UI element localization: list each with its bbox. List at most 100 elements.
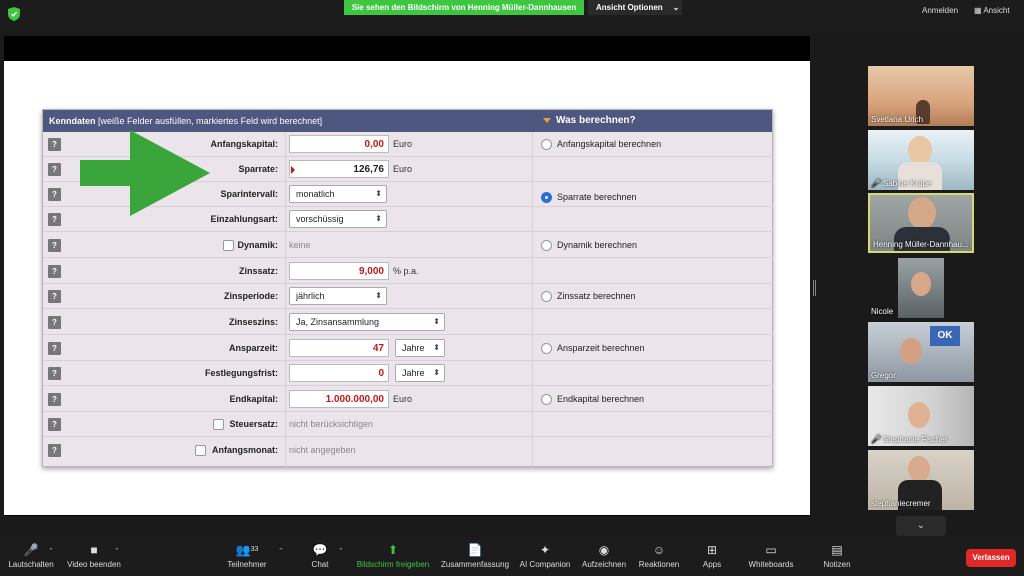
ansparzeit-unit-select[interactable]: Jahre — [395, 339, 445, 357]
help-button[interactable]: ? — [48, 213, 61, 226]
participant-video — [911, 272, 931, 296]
participant-name: Svetlana Urich — [871, 115, 923, 124]
festlegungsfrist-input[interactable]: 0 — [289, 364, 389, 382]
leave-button[interactable]: Verlassen — [966, 549, 1016, 567]
reactions-button[interactable]: ☺ Reaktionen — [636, 543, 682, 569]
field-label: Festlegungsfrist: — [204, 368, 278, 378]
help-button[interactable]: ? — [48, 316, 61, 329]
scroll-participants-down-button[interactable]: ⌄ — [896, 516, 946, 536]
notes-button[interactable]: ▤ Notizen — [820, 543, 854, 569]
record-icon: ◉ — [598, 543, 610, 557]
help-button[interactable]: ? — [48, 418, 61, 431]
chevron-up-icon[interactable]: ⌃ — [48, 547, 54, 555]
participant-tile[interactable]: OK Gregor — [868, 322, 974, 382]
ansparzeit-input[interactable]: 47 — [289, 339, 389, 357]
unit-label: Euro — [393, 139, 413, 149]
help-button[interactable]: ? — [48, 342, 61, 355]
share-screen-button[interactable]: ⬆ Bildschirm freigeben — [354, 543, 432, 569]
steuersatz-checkbox[interactable] — [213, 419, 224, 430]
einzahlungsart-select[interactable]: vorschüssig — [289, 210, 387, 228]
help-button[interactable]: ? — [48, 239, 61, 252]
calculator-title: Kenndaten [weiße Felder ausfüllen, marki… — [49, 116, 322, 126]
participants-button[interactable]: 👥33 Teilnehmer — [224, 543, 270, 569]
dynamik-checkbox[interactable] — [223, 240, 234, 251]
field-label: Zinssatz: — [238, 266, 278, 276]
participant-name-label: Sabine Krüpe — [882, 179, 932, 188]
radio-zinssatz[interactable] — [541, 291, 552, 302]
radio-sparrate[interactable] — [541, 192, 552, 203]
participants-count: 33 — [250, 546, 259, 553]
view-options-button[interactable]: Ansicht Optionen ⌄ — [588, 0, 682, 15]
radio-dynamik[interactable] — [541, 240, 552, 251]
record-label: Aufzeichnen — [581, 560, 627, 569]
zinseszins-select[interactable]: Ja, Zinsansammlung — [289, 313, 445, 331]
radio-label: Zinssatz berechnen — [557, 291, 636, 301]
whiteboards-label: Whiteboards — [748, 560, 794, 569]
help-button[interactable]: ? — [48, 393, 61, 406]
help-button[interactable]: ? — [48, 290, 61, 303]
header-title: Kenndaten — [49, 116, 96, 126]
chevron-down-icon: ⌄ — [672, 3, 680, 12]
radio-anfangskapital[interactable] — [541, 139, 552, 150]
ai-label: AI Companion — [519, 560, 571, 569]
chevron-up-icon[interactable]: ⌃ — [338, 547, 344, 555]
chevron-up-icon[interactable]: ⌃ — [114, 547, 120, 555]
participant-tile-active[interactable]: Henning Müller-Dannhau... — [868, 193, 974, 253]
row-dynamik: ? Dynamik: keine Dynamik berechnen — [43, 233, 774, 258]
chat-label: Chat — [311, 560, 329, 569]
triangle-down-icon — [543, 118, 551, 123]
notes-icon: ▤ — [831, 543, 843, 557]
radio-ansparzeit[interactable] — [541, 343, 552, 354]
anfangskapital-input[interactable]: 0,00 — [289, 135, 389, 153]
radio-label: Sparrate berechnen — [557, 192, 637, 202]
participant-tile[interactable]: stephaniecremer — [868, 450, 974, 510]
help-button[interactable]: ? — [48, 188, 61, 201]
row-steuersatz: ? Steuersatz: nicht berücksichtigen — [43, 412, 774, 437]
summary-button[interactable]: 📄 Zusammenfassung — [440, 543, 510, 569]
whiteboards-button[interactable]: ▭ Whiteboards — [746, 543, 796, 569]
anfangsmonat-checkbox[interactable] — [195, 445, 206, 456]
help-button[interactable]: ? — [48, 265, 61, 278]
ai-companion-button[interactable]: ✦ AI Companion — [518, 543, 572, 569]
endkapital-input[interactable]: 1.000.000,00 — [289, 390, 389, 408]
row-zinssatz: ? Zinssatz: 9,000 % p.a. — [43, 259, 774, 284]
sparrate-input[interactable]: 126,76 — [289, 160, 389, 178]
participant-name-label: Stephanie Fischer — [882, 435, 948, 444]
unit-label: % p.a. — [393, 266, 419, 276]
chevron-up-icon[interactable]: ⌃ — [278, 547, 284, 555]
field-label: Anfangskapital: — [210, 139, 278, 149]
participant-name-label: Gregor — [871, 371, 896, 380]
participant-video — [900, 338, 922, 364]
chat-button[interactable]: 💬 Chat — [306, 543, 334, 569]
row-endkapital: ? Endkapital: 1.000.000,00 Euro Endkapit… — [43, 387, 774, 412]
participant-name: 🎤 Stephanie Fischer — [871, 435, 947, 444]
panel-resize-handle[interactable] — [813, 280, 816, 296]
help-button[interactable]: ? — [48, 444, 61, 457]
row-ansparzeit: ? Ansparzeit: 47 Jahre Ansparzeit berech… — [43, 336, 774, 361]
help-button[interactable]: ? — [48, 138, 61, 151]
help-button[interactable]: ? — [48, 163, 61, 176]
help-button[interactable]: ? — [48, 367, 61, 380]
radio-label: Anfangskapital berechnen — [557, 139, 662, 149]
view-label: Ansicht — [983, 6, 1010, 15]
participant-tile[interactable]: 🎤 Sabine Krüpe — [868, 130, 974, 190]
zinssatz-input[interactable]: 9,000 — [289, 262, 389, 280]
radio-endkapital[interactable] — [541, 394, 552, 405]
field-label: Steuersatz: — [229, 419, 278, 429]
sparintervall-select[interactable]: monatlich — [289, 185, 387, 203]
participant-tile[interactable]: Nicole — [868, 258, 974, 318]
unit-label: Euro — [393, 394, 413, 404]
festlegungsfrist-unit-select[interactable]: Jahre — [395, 364, 445, 382]
share-screen-icon: ⬆ — [387, 543, 399, 557]
participant-name: stephaniecremer — [871, 499, 931, 508]
participant-tile[interactable]: Svetlana Urich — [868, 66, 974, 126]
participant-tile[interactable]: 🎤 Stephanie Fischer — [868, 386, 974, 446]
record-button[interactable]: ◉ Aufzeichnen — [580, 543, 628, 569]
view-button[interactable]: ▦ Ansicht — [974, 6, 1010, 15]
text-cursor-marker — [291, 166, 295, 174]
zinsperiode-select[interactable]: jährlich — [289, 287, 387, 305]
sign-in-button[interactable]: Anmelden — [922, 6, 958, 15]
shield-icon[interactable] — [8, 7, 20, 21]
static-value: nicht angegeben — [289, 445, 356, 455]
apps-button[interactable]: ⊞ Apps — [700, 543, 724, 569]
